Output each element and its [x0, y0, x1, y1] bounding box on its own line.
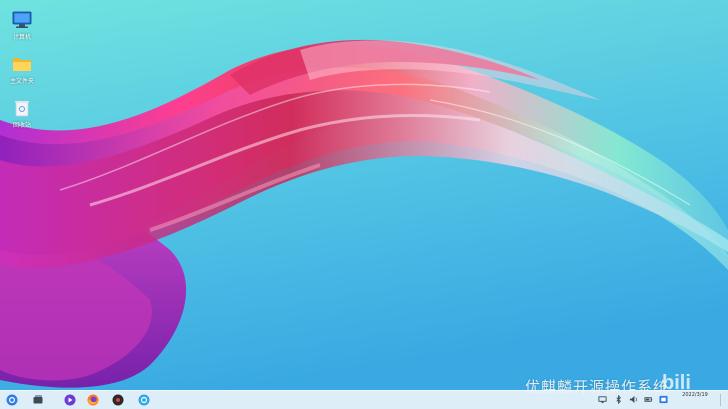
desktop-icon-computer[interactable]: 计算机	[2, 10, 42, 41]
taskbar: 2022/3/19	[0, 390, 728, 409]
desktop-wallpaper	[0, 0, 728, 390]
desktop-icon-label: 主文件夹	[9, 78, 34, 85]
taskbar-app-software-store[interactable]	[137, 393, 151, 407]
show-desktop-button[interactable]	[720, 394, 727, 406]
taskbar-clock[interactable]: 2022/3/19	[675, 391, 715, 399]
desktop-icon-label: 回收站	[12, 122, 31, 129]
network-icon[interactable]	[598, 395, 607, 404]
music-app-icon	[112, 394, 124, 406]
start-menu-button[interactable]	[5, 393, 19, 407]
desktop-icon-home-folder[interactable]: 主文件夹	[2, 54, 42, 85]
battery-icon[interactable]	[644, 395, 653, 404]
video-player-icon	[64, 394, 76, 406]
taskbar-app-video-player[interactable]	[63, 393, 77, 407]
taskbar-app-music[interactable]	[111, 393, 125, 407]
multitask-view-button[interactable]	[31, 393, 45, 407]
start-menu-icon	[6, 394, 18, 406]
trash-icon	[15, 101, 29, 117]
taskbar-app-firefox[interactable]	[86, 393, 100, 407]
bluetooth-icon[interactable]	[614, 395, 623, 404]
software-store-icon	[138, 394, 150, 406]
folder-icon	[13, 58, 31, 71]
desktop-icon-trash[interactable]: 回收站	[2, 98, 42, 129]
multitask-view-icon	[33, 395, 43, 404]
volume-icon[interactable]	[629, 395, 638, 404]
firefox-icon	[87, 394, 99, 406]
computer-icon	[12, 11, 32, 28]
input-method-icon[interactable]	[659, 395, 668, 404]
desktop-icon-label: 计算机	[12, 34, 31, 41]
clock-date: 2022/3/19	[682, 392, 708, 398]
